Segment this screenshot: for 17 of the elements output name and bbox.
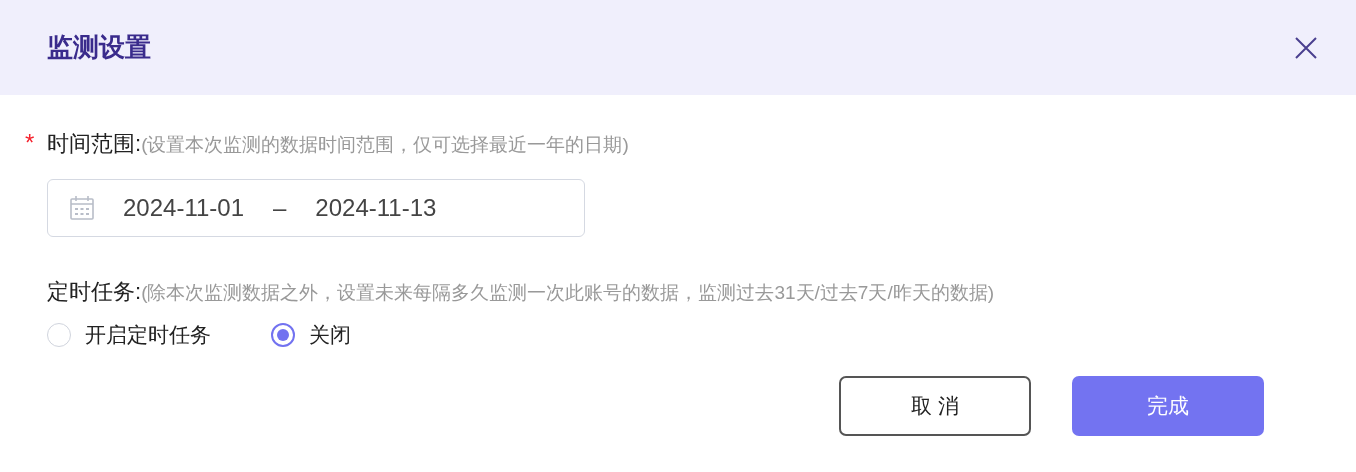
radio-label[interactable]: 关闭 [309,321,351,349]
field-label: 定时任务: [47,278,142,306]
close-icon[interactable] [1294,35,1318,60]
radio-button[interactable] [271,323,295,347]
radio-label[interactable]: 开启定时任务 [85,321,211,349]
field-hint: (设置本次监测的数据时间范围，仅可选择最近一年的日期) [141,133,629,157]
start-date: 2024-11-01 [123,194,244,222]
dialog-title: 监测设置 [47,31,151,64]
date-separator: – [273,194,287,222]
required-mark: * [25,129,36,157]
date-range-field[interactable]: 2024-11-01 – 2024-11-13 [47,179,585,237]
end-date: 2024-11-13 [315,194,437,222]
cancel-button[interactable]: 取 消 [839,376,1031,436]
confirm-button[interactable]: 完成 [1072,376,1264,436]
field-hint: (除本次监测数据之外，设置未来每隔多久监测一次此账号的数据，监测过去31天/过去7天/昨天的数据) [141,281,995,305]
field-label: 时间范围: [47,130,142,158]
calendar-icon [69,195,95,221]
